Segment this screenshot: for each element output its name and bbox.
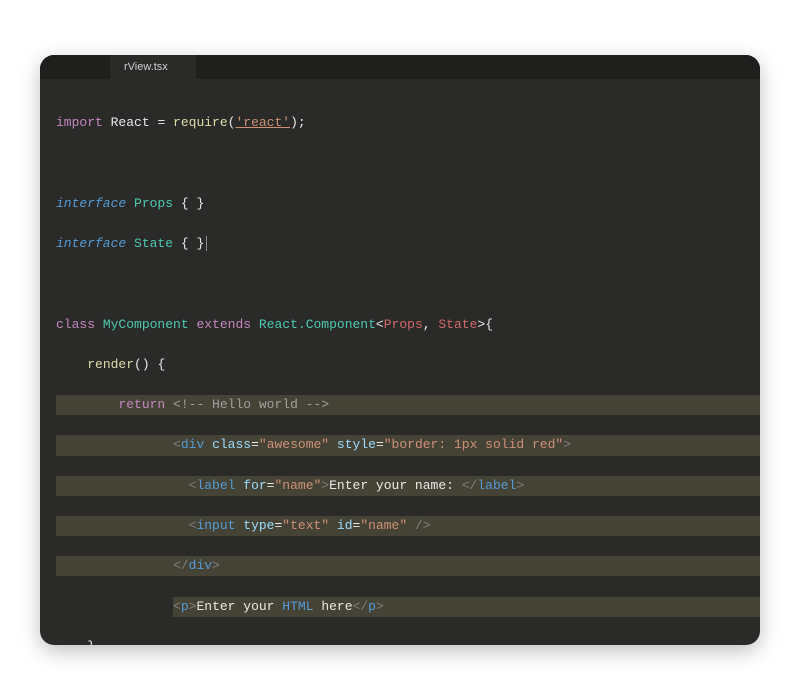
code-line — [56, 153, 760, 173]
code-line: } — [56, 637, 760, 645]
identifier: React — [111, 115, 150, 130]
jsx-tag: div — [189, 558, 212, 573]
string-literal: "name" — [274, 478, 321, 493]
base-class: React.Component — [259, 317, 376, 332]
generic-param: Props — [384, 317, 423, 332]
code-line: render() { — [56, 355, 760, 375]
jsx-text: Enter your name: — [329, 478, 462, 493]
jsx-comment: <!-- Hello world --> — [173, 397, 329, 412]
code-line: import React = require('react'); — [56, 113, 760, 133]
jsx-tag: p — [368, 599, 376, 614]
code-line — [56, 274, 760, 294]
string-literal: "text" — [282, 518, 329, 533]
keyword-return: return — [118, 397, 165, 412]
generic-param: State — [438, 317, 477, 332]
code-line-selected: return <!-- Hello world --> — [56, 395, 760, 415]
keyword-import: import — [56, 115, 103, 130]
file-tab[interactable]: rView.tsx — [110, 55, 196, 79]
keyword-extends: extends — [196, 317, 251, 332]
keyword-interface: interface — [56, 236, 126, 251]
type-name: Props — [134, 196, 173, 211]
keyword-interface: interface — [56, 196, 126, 211]
editor-window: rView.tsx import React = require('react'… — [40, 55, 760, 645]
keyword-class: class — [56, 317, 95, 332]
code-line: interface State { } — [56, 234, 760, 254]
code-line-selected: <label for="name">Enter your name: </lab… — [56, 476, 760, 496]
code-line-selected: </div> — [56, 556, 760, 576]
jsx-text: Enter your — [196, 599, 282, 614]
jsx-tag: input — [196, 518, 235, 533]
jsx-tag: div — [181, 437, 204, 452]
method-name: render — [87, 357, 134, 372]
class-name: MyComponent — [103, 317, 189, 332]
code-line: interface Props { } — [56, 194, 760, 214]
string-literal: "name" — [360, 518, 407, 533]
jsx-tag: p — [181, 599, 189, 614]
jsx-tag: label — [477, 478, 516, 493]
string-literal: "awesome" — [259, 437, 329, 452]
tab-bar: rView.tsx — [40, 55, 760, 79]
jsx-attr: id — [337, 518, 353, 533]
text-cursor — [206, 236, 207, 251]
function-call: require — [173, 115, 228, 130]
string-literal: 'react' — [235, 115, 290, 130]
tab-filename: rView.tsx — [124, 61, 168, 73]
string-literal: "border: 1px solid red" — [384, 437, 563, 452]
code-line: class MyComponent extends React.Componen… — [56, 315, 760, 335]
jsx-tag: label — [196, 478, 235, 493]
jsx-attr: type — [243, 518, 274, 533]
code-line-selected: <input type="text" id="name" /> — [56, 516, 760, 536]
jsx-attr: class — [212, 437, 251, 452]
type-name: State — [134, 236, 173, 251]
jsx-attr: style — [337, 437, 376, 452]
jsx-attr: for — [243, 478, 266, 493]
code-line-selected: <div class="awesome" style="border: 1px … — [56, 435, 760, 455]
code-editor-area[interactable]: import React = require('react'); interfa… — [40, 79, 760, 645]
code-line: <p>Enter your HTML here</p> — [56, 597, 760, 617]
